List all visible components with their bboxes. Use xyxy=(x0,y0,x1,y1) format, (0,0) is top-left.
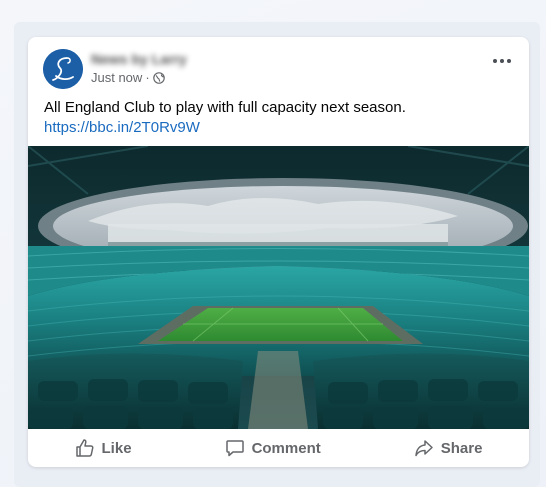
share-button[interactable]: Share xyxy=(396,432,501,464)
comment-label: Comment xyxy=(251,439,321,457)
timestamp[interactable]: Just now xyxy=(91,70,142,85)
logo-icon xyxy=(43,49,83,89)
post-link[interactable]: https://bbc.in/2T0Rv9W xyxy=(44,118,514,138)
post-header: News by Larry Just now · xyxy=(28,37,529,95)
stadium-image xyxy=(28,146,529,429)
like-button[interactable]: Like xyxy=(57,432,150,464)
author-name[interactable]: News by Larry xyxy=(91,51,187,67)
comment-button[interactable]: Comment xyxy=(207,432,339,464)
dot-icon xyxy=(507,59,511,63)
share-label: Share xyxy=(440,439,483,457)
globe-icon xyxy=(152,71,165,84)
thumbs-up-icon xyxy=(75,439,94,457)
more-options-button[interactable] xyxy=(493,59,511,63)
share-icon xyxy=(415,440,433,457)
dot-icon xyxy=(493,59,497,63)
dot-icon xyxy=(500,59,504,63)
post-actions: Like Comment Share xyxy=(28,429,529,467)
avatar[interactable] xyxy=(43,49,83,89)
like-label: Like xyxy=(101,439,132,457)
post-image[interactable] xyxy=(28,146,529,429)
post-message: All England Club to play with full capac… xyxy=(44,99,406,116)
comment-icon xyxy=(225,440,244,457)
post-text: All England Club to play with full capac… xyxy=(44,98,514,138)
meta-separator: · xyxy=(145,70,150,85)
post-meta: Just now · xyxy=(91,70,165,85)
post-card: News by Larry Just now · All England Clu… xyxy=(28,37,529,467)
